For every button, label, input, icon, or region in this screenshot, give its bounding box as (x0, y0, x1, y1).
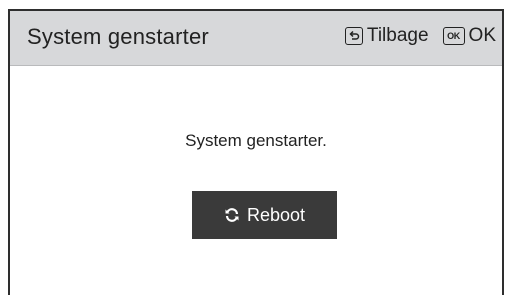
header-bar: System genstarter Tilbage OK OK (10, 11, 502, 66)
ok-button[interactable]: OK OK (433, 25, 496, 47)
reboot-button[interactable]: Reboot (192, 191, 337, 239)
ok-key-icon: OK (442, 27, 465, 45)
header-actions: Tilbage OK OK (344, 25, 496, 47)
dialog-window: System genstarter Tilbage OK OK System g… (8, 9, 504, 295)
status-message: System genstarter. (185, 131, 327, 150)
back-label: Tilbage (366, 25, 429, 46)
return-arrow-icon (344, 27, 363, 45)
reboot-label: Reboot (246, 204, 306, 225)
page-title: System genstarter (27, 24, 209, 49)
ok-label: OK (468, 25, 496, 46)
back-button[interactable]: Tilbage (344, 25, 429, 47)
refresh-icon (224, 207, 240, 223)
